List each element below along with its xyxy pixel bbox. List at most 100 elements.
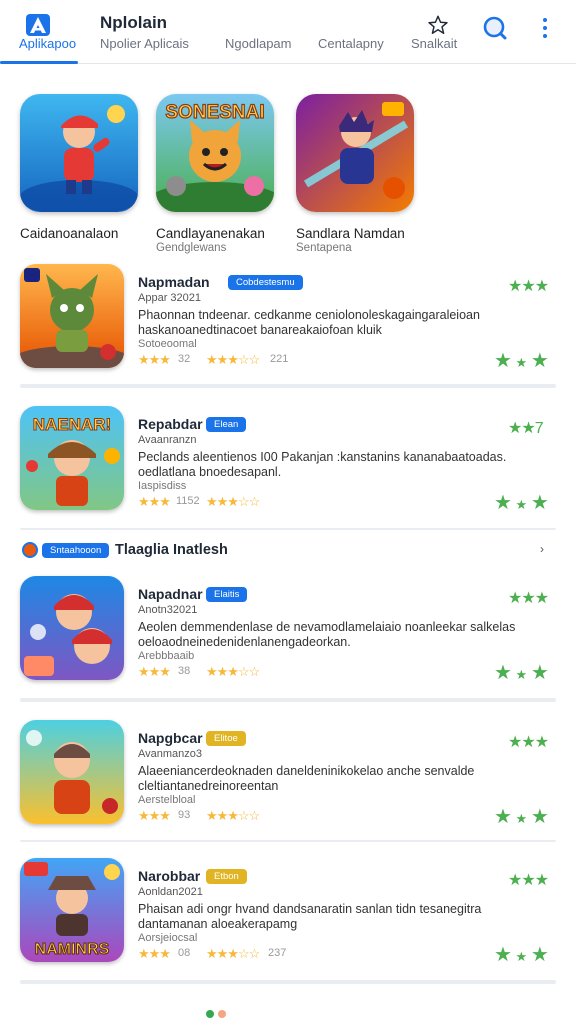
rating-count: 93	[178, 809, 191, 821]
app-icon	[20, 576, 124, 680]
featured-banner-text: SONESNAI	[165, 102, 264, 123]
app-meta: Arebbbaaib	[138, 650, 195, 662]
app-description: Phaisan adi ongr hvand dandsanaratin san…	[138, 902, 482, 931]
app-developer: Anotn32021	[138, 604, 198, 616]
app-meta: Sotoeoomal	[138, 338, 197, 350]
rating-stars: ★★★	[138, 808, 171, 823]
green-star-icons[interactable]: ★ ★ ★	[494, 804, 549, 829]
featured-app-icon: SONESNAI	[156, 94, 274, 212]
green-star-icons[interactable]: ★ ★ ★	[494, 490, 549, 515]
rating-count: 08	[178, 947, 191, 959]
app-icon	[20, 264, 124, 368]
tab-home[interactable]: Aplikapoo	[0, 0, 78, 64]
rating-stars: ★★★☆☆	[206, 664, 260, 679]
page-dot-active	[206, 1010, 214, 1018]
list-item[interactable]: Napgbcar Elitoe Avanmanzo3 Alaeeniancerd…	[20, 720, 556, 844]
rating-row: ★★★ 38 ★★★☆☆	[138, 664, 298, 680]
featured-app-subtitle: Gendglewans	[156, 242, 227, 254]
app-name: Narobbar	[138, 868, 201, 884]
icon-banner-text: NAMINRS	[35, 941, 110, 958]
app-name: Napadnar	[138, 586, 203, 602]
green-rating-stars: ★★★	[508, 590, 549, 607]
green-rating-stars: ★★★	[508, 734, 549, 751]
featured-app-icon	[20, 94, 138, 212]
top-navigation-bar: Aplikapoo Nplolain Npolier Aplicais Ngod…	[0, 0, 576, 64]
rating-count: 1152	[176, 495, 200, 507]
app-developer: Appar 32021	[138, 292, 201, 304]
rating-stars: ★★★☆☆	[206, 494, 260, 509]
list-item[interactable]: Napmadan Cobdestesmu Appar 32021 Phaonna…	[20, 264, 556, 388]
featured-app-title: Caidanoanalaon	[20, 226, 119, 241]
app-icon	[20, 720, 124, 824]
rating-stars: ★★★☆☆	[206, 946, 260, 961]
tab-starred[interactable]: Snalkait	[407, 0, 467, 62]
green-rating-stars: ★★7	[508, 420, 544, 437]
list-item[interactable]: NAMINRS Narobbar Etbon Aonldan2021 Phais…	[20, 858, 556, 982]
star-outline-icon	[428, 15, 448, 34]
green-star-icons[interactable]: ★ ★ ★	[494, 942, 549, 967]
list-item[interactable]: Napadnar Elaitis Anotn32021 Aeolen demme…	[20, 576, 556, 700]
app-name: Repabdar	[138, 416, 203, 432]
rating-stars: ★★★	[138, 946, 171, 961]
app-meta: Iaspisdiss	[138, 480, 187, 492]
rating-count: 237	[268, 947, 287, 959]
page-indicator	[206, 1010, 246, 1018]
list-item[interactable]: NAENAR! Repabdar Elean Avaanranzn Peclan…	[20, 406, 556, 530]
section-title: Tlaaglia Inatlesh	[115, 542, 228, 558]
app-badge: Elaitis	[206, 587, 248, 602]
tab-applications[interactable]: Npolier Aplicais	[100, 0, 210, 62]
tab-applications-label: Npolier Aplicais	[100, 36, 189, 51]
app-name: Napmadan	[138, 274, 210, 290]
tab-ngodlapam[interactable]: Ngodlapam	[222, 0, 302, 62]
green-rating-stars: ★★★	[508, 278, 549, 295]
chevron-right-icon[interactable]: ›	[540, 542, 544, 556]
tab-centalapny-label: Centalapny	[318, 36, 384, 51]
app-description: Peclands aleentienos I00 Pakanjan :kanst…	[138, 450, 507, 479]
tab-centalapny[interactable]: Centalapny	[315, 0, 393, 62]
more-options-icon[interactable]	[538, 16, 552, 40]
divider	[20, 384, 556, 388]
app-description: Aeolen demmendenlase de nevamodlamelaiai…	[138, 620, 516, 649]
app-icon: NAMINRS	[20, 858, 124, 962]
rating-row: ★★★ 93 ★★★☆☆	[138, 808, 298, 824]
rating-count: 32	[178, 353, 191, 365]
divider	[20, 840, 556, 842]
green-star-icons[interactable]: ★ ★ ★	[494, 348, 549, 373]
section-header[interactable]: Sntaahooon Tlaaglia Inatlesh ›	[20, 540, 556, 562]
green-star-icons[interactable]: ★ ★ ★	[494, 660, 549, 685]
green-rating-stars: ★★★	[508, 872, 549, 889]
section-icon	[22, 542, 38, 558]
rating-stars: ★★★	[138, 352, 171, 367]
rating-stars: ★★★	[138, 494, 171, 509]
featured-app-2[interactable]: SONESNAI Candlayanenakan Gendglewans	[156, 94, 281, 254]
section-chip: Sntaahooon	[42, 543, 110, 558]
rating-stars: ★★★☆☆	[206, 352, 260, 367]
tab-home-label: Aplikapoo	[19, 36, 77, 51]
app-icon: NAENAR!	[20, 406, 124, 510]
app-badge: Cobdestesmu	[228, 275, 303, 290]
rating-count: 221	[270, 353, 289, 365]
app-badge: Elitoe	[206, 731, 246, 746]
app-badge: Elean	[206, 417, 247, 432]
app-developer: Avaanranzn	[138, 434, 197, 446]
app-description: Phaonnan tndeenar. cedkanme ceniolonoles…	[138, 308, 480, 337]
page-dot	[218, 1010, 226, 1018]
app-badge: Etbon	[206, 869, 247, 884]
featured-app-1[interactable]: Caidanoanalaon	[20, 94, 145, 254]
featured-app-title: Sandlara Namdan	[296, 226, 405, 241]
app-meta: Aerstelbloal	[138, 794, 196, 806]
active-tab-indicator	[0, 61, 78, 64]
featured-app-3[interactable]: Sandlara Namdan Sentapena	[296, 94, 421, 254]
tab-ngodlapam-label: Ngodlapam	[225, 36, 292, 51]
divider	[20, 980, 556, 984]
app-logo-icon	[26, 14, 50, 36]
app-developer: Aonldan2021	[138, 886, 203, 898]
rating-row: ★★★ 32 ★★★☆☆ 221	[138, 352, 298, 368]
tab-starred-label: Snalkait	[411, 36, 458, 51]
rating-count: 38	[178, 665, 191, 677]
rating-row: ★★★ 1152 ★★★☆☆	[138, 494, 298, 510]
search-icon[interactable]	[483, 16, 507, 40]
featured-app-subtitle: Sentapena	[296, 242, 352, 254]
app-meta: Aorsjeiocsal	[138, 932, 198, 944]
featured-app-title: Candlayanenakan	[156, 226, 265, 241]
